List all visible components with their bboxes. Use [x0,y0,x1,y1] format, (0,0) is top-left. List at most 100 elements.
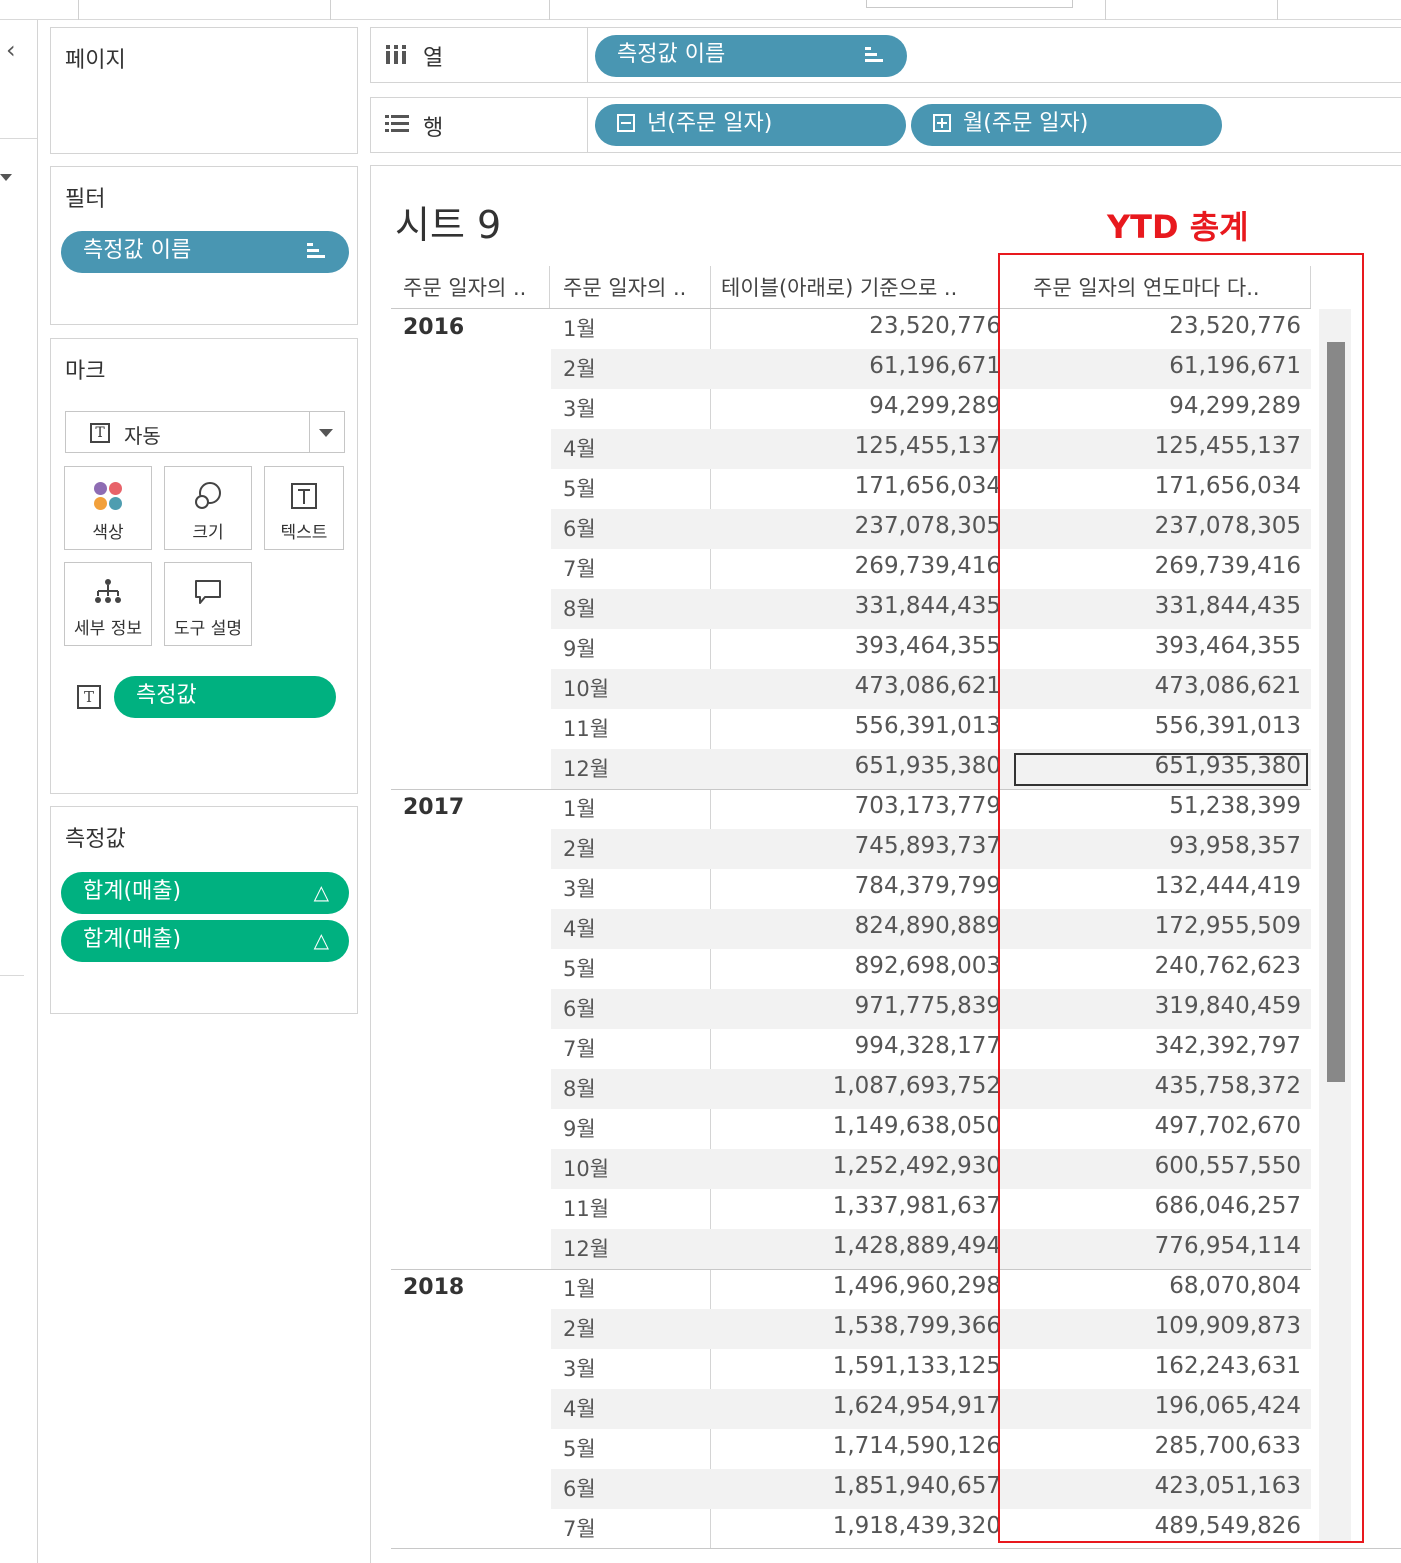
running-total-cell[interactable]: 1,149,638,050 [833,1113,1001,1139]
running-total-cell[interactable]: 994,328,177 [855,1033,1001,1059]
columns-shelf[interactable]: 열 측정값 이름 [370,27,1401,83]
ytd-total-cell[interactable]: 651,935,380 [1155,753,1301,779]
table-row[interactable]: 5월 892,698,003 240,762,623 [551,949,1311,989]
ytd-total-cell[interactable]: 237,078,305 [1155,513,1301,539]
table-row[interactable]: 6월 971,775,839 319,840,459 [551,989,1311,1029]
running-total-cell[interactable]: 331,844,435 [855,593,1001,619]
table-row[interactable]: 3월 1,591,133,125 162,243,631 [551,1349,1311,1389]
table-row[interactable]: 1월 23,520,776 23,520,776 [551,309,1311,349]
toolbar-search-box[interactable] [866,0,1073,8]
text-button[interactable]: 텍스트 [264,466,344,550]
year-label[interactable]: 2016 [403,315,464,340]
running-total-cell[interactable]: 23,520,776 [869,313,1001,339]
table-row[interactable]: 1월 1,496,960,298 68,070,804 [551,1269,1311,1309]
filter-pill-measure-names[interactable]: 측정값 이름 [61,231,349,273]
running-total-cell[interactable]: 61,196,671 [869,353,1001,379]
ytd-total-cell[interactable]: 331,844,435 [1155,593,1301,619]
table-row[interactable]: 12월 1,428,889,494 776,954,114 [551,1229,1311,1269]
table-row[interactable]: 11월 1,337,981,637 686,046,257 [551,1189,1311,1229]
collapse-icon[interactable] [617,114,635,132]
table-row[interactable]: 12월 651,935,380 651,935,380 [551,749,1311,789]
rows-shelf[interactable]: 행 년(주문 일자) 월(주문 일자) [370,97,1401,153]
table-row[interactable]: 5월 171,656,034 171,656,034 [551,469,1311,509]
running-total-cell[interactable]: 269,739,416 [855,553,1001,579]
table-row[interactable]: 2월 1,538,799,366 109,909,873 [551,1309,1311,1349]
running-total-cell[interactable]: 1,337,981,637 [833,1193,1001,1219]
table-row[interactable]: 7월 1,918,439,320 489,549,826 [551,1509,1311,1549]
column-header-month[interactable]: 주문 일자의 .. [563,272,709,302]
rows-pill-month-order-date[interactable]: 월(주문 일자) [911,104,1222,146]
running-total-cell[interactable]: 1,918,439,320 [833,1513,1001,1539]
ytd-total-cell[interactable]: 94,299,289 [1169,393,1301,419]
ytd-total-cell[interactable]: 51,238,399 [1169,793,1301,819]
ytd-total-cell[interactable]: 600,557,550 [1155,1153,1301,1179]
ytd-total-cell[interactable]: 435,758,372 [1155,1073,1301,1099]
table-row[interactable]: 4월 125,455,137 125,455,137 [551,429,1311,469]
running-total-cell[interactable]: 892,698,003 [855,953,1001,979]
running-total-cell[interactable]: 745,893,737 [855,833,1001,859]
running-total-cell[interactable]: 1,714,590,126 [833,1433,1001,1459]
running-total-cell[interactable]: 1,428,889,494 [833,1233,1001,1259]
running-total-cell[interactable]: 1,538,799,366 [833,1313,1001,1339]
ytd-total-cell[interactable]: 473,086,621 [1155,673,1301,699]
ytd-total-cell[interactable]: 776,954,114 [1155,1233,1301,1259]
marks-text-pill-measure-values[interactable]: 측정값 [114,676,336,718]
ytd-total-cell[interactable]: 285,700,633 [1155,1433,1301,1459]
running-total-cell[interactable]: 393,464,355 [855,633,1001,659]
ytd-total-cell[interactable]: 93,958,357 [1169,833,1301,859]
table-row[interactable]: 6월 237,078,305 237,078,305 [551,509,1311,549]
mark-type-dropdown[interactable]: T 자동 [65,411,345,453]
chevron-left-icon[interactable]: ‹ [6,36,16,64]
ytd-total-cell[interactable]: 125,455,137 [1155,433,1301,459]
filters-card[interactable]: 필터 측정값 이름 [50,166,358,325]
running-total-cell[interactable]: 703,173,779 [855,793,1001,819]
ytd-total-cell[interactable]: 68,070,804 [1169,1273,1301,1299]
ytd-total-cell[interactable]: 489,549,826 [1155,1513,1301,1539]
measure-pill-sum-sales-2[interactable]: 합계(매출) △ [61,920,349,962]
ytd-total-cell[interactable]: 319,840,459 [1155,993,1301,1019]
table-row[interactable]: 7월 994,328,177 342,392,797 [551,1029,1311,1069]
running-total-cell[interactable]: 784,379,799 [855,873,1001,899]
columns-pill-measure-names[interactable]: 측정값 이름 [595,35,907,77]
caret-down-icon[interactable] [0,174,12,181]
table-row[interactable]: 3월 94,299,289 94,299,289 [551,389,1311,429]
running-total-cell[interactable]: 1,087,693,752 [833,1073,1001,1099]
tooltip-button[interactable]: 도구 설명 [164,562,252,646]
color-button[interactable]: 색상 [64,466,152,550]
table-row[interactable]: 2월 745,893,737 93,958,357 [551,829,1311,869]
ytd-total-cell[interactable]: 269,739,416 [1155,553,1301,579]
running-total-cell[interactable]: 1,851,940,657 [833,1473,1001,1499]
ytd-total-cell[interactable]: 172,955,509 [1155,913,1301,939]
running-total-cell[interactable]: 171,656,034 [855,473,1001,499]
running-total-cell[interactable]: 237,078,305 [855,513,1001,539]
ytd-total-cell[interactable]: 556,391,013 [1155,713,1301,739]
chevron-down-icon[interactable] [319,429,333,437]
ytd-total-cell[interactable]: 686,046,257 [1155,1193,1301,1219]
scrollbar-thumb[interactable] [1327,342,1345,1082]
running-total-cell[interactable]: 1,496,960,298 [833,1273,1001,1299]
ytd-total-cell[interactable]: 61,196,671 [1169,353,1301,379]
table-row[interactable]: 5월 1,714,590,126 285,700,633 [551,1429,1311,1469]
table-row[interactable]: 8월 1,087,693,752 435,758,372 [551,1069,1311,1109]
ytd-total-cell[interactable]: 240,762,623 [1155,953,1301,979]
size-button[interactable]: 크기 [164,466,252,550]
column-header-ytd-total[interactable]: 주문 일자의 연도마다 다.. [1033,272,1305,302]
table-row[interactable]: 4월 824,890,889 172,955,509 [551,909,1311,949]
ytd-total-cell[interactable]: 23,520,776 [1169,313,1301,339]
ytd-total-cell[interactable]: 109,909,873 [1155,1313,1301,1339]
table-row[interactable]: 9월 393,464,355 393,464,355 [551,629,1311,669]
detail-button[interactable]: 세부 정보 [64,562,152,646]
running-total-cell[interactable]: 1,624,954,917 [833,1393,1001,1419]
ytd-total-cell[interactable]: 423,051,163 [1155,1473,1301,1499]
running-total-cell[interactable]: 125,455,137 [855,433,1001,459]
column-header-year[interactable]: 주문 일자의 .. [403,272,549,302]
running-total-cell[interactable]: 1,252,492,930 [833,1153,1001,1179]
running-total-cell[interactable]: 824,890,889 [855,913,1001,939]
table-row[interactable]: 9월 1,149,638,050 497,702,670 [551,1109,1311,1149]
table-row[interactable]: 10월 1,252,492,930 600,557,550 [551,1149,1311,1189]
table-row[interactable]: 6월 1,851,940,657 423,051,163 [551,1469,1311,1509]
table-row[interactable]: 3월 784,379,799 132,444,419 [551,869,1311,909]
pages-card[interactable]: 페이지 [50,27,358,154]
running-total-cell[interactable]: 94,299,289 [869,393,1001,419]
year-label[interactable]: 2017 [403,795,464,820]
